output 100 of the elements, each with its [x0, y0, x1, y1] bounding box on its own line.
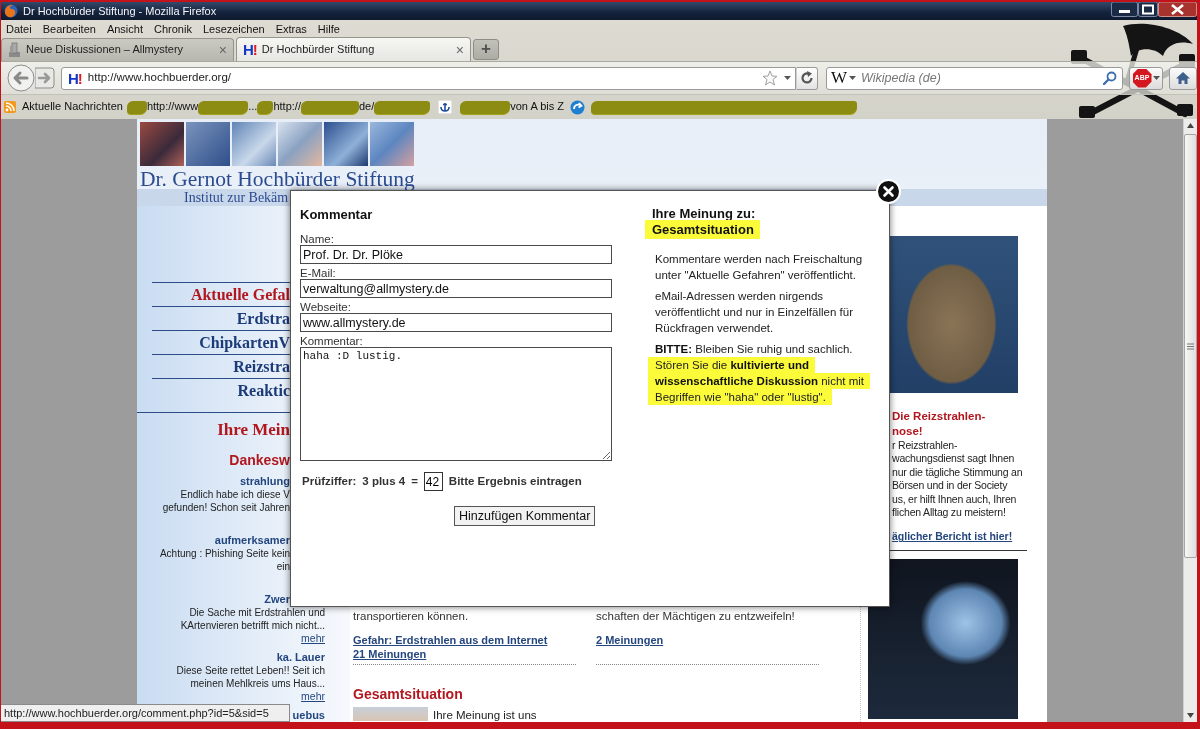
bookmark-star-icon[interactable]	[762, 70, 778, 86]
search-icon[interactable]	[1103, 71, 1117, 85]
text-field[interactable]: www.allmystery.de	[300, 313, 612, 332]
menu-item[interactable]: Ansicht	[101, 20, 149, 38]
browser-tab[interactable]: H! Dr Hochbürder Stiftung ×	[236, 37, 471, 61]
box-text: wachungsdienst sagt Ihnen	[892, 452, 1015, 466]
comment-text: Achtung : Phishing Seite kein	[159, 547, 290, 560]
article-excerpt: transportieren können.	[353, 609, 469, 623]
redaction-mark	[198, 100, 249, 114]
form-heading: Kommentar	[300, 207, 373, 222]
captcha-hint: Bitte Ergebnis eintragen	[448, 474, 582, 489]
bookmark-link[interactable]: http://	[273, 100, 301, 114]
comments-heading: Dankesw	[229, 452, 290, 468]
close-tab-button[interactable]: ×	[455, 42, 464, 57]
report-link[interactable]: äglicher Bericht ist hier!	[892, 529, 1013, 544]
more-link[interactable]: mehr	[301, 690, 325, 702]
anchor-icon[interactable]	[438, 100, 453, 114]
photo-placeholder	[186, 122, 230, 166]
minimize-icon[interactable]	[1111, 2, 1138, 17]
reload-icon	[800, 71, 814, 85]
nav-link[interactable]: Reaktic	[237, 382, 290, 399]
more-link[interactable]: mehr	[301, 632, 325, 644]
nav-link[interactable]: ChipkartenV	[199, 334, 290, 351]
sidebar-heading: Ihre Mein	[217, 421, 290, 438]
comment-text: KArtenvieren betrifft mich nicht...	[180, 619, 325, 632]
maximize-icon[interactable]	[1138, 2, 1158, 17]
dropdown-caret-icon[interactable]	[849, 76, 857, 80]
article-link[interactable]: Gefahr: Erdstrahlen aus dem Internet	[353, 633, 548, 647]
photo-placeholder	[232, 122, 276, 166]
search-bar[interactable]: W Wikipedia (de)	[826, 66, 1123, 90]
new-tab-button[interactable]: +	[473, 39, 499, 60]
menu-item[interactable]: Lesezeichen	[197, 20, 271, 38]
box-text: flichen Alltag zu meistern!	[892, 506, 1006, 520]
comment-text: Die Sache mit Erdstrahlen und	[189, 606, 325, 619]
article-link[interactable]: 21 Meinungen	[353, 647, 427, 661]
dropdown-caret-icon[interactable]	[1152, 76, 1160, 80]
home-button[interactable]	[1169, 66, 1197, 90]
site-subtitle: Institut zur Bekäm	[184, 190, 289, 205]
photo-placeholder	[324, 122, 368, 166]
menu-item[interactable]: Extras	[270, 20, 313, 38]
photo-placeholder	[370, 122, 414, 166]
equals-sign: =	[411, 474, 418, 489]
comment-text: Diese Seite rettet Leben!! Seit ich	[176, 664, 325, 677]
close-icon[interactable]	[1158, 2, 1197, 17]
comment-textarea[interactable]: haha :D lustig.	[300, 347, 612, 461]
menu-item[interactable]: Datei	[1, 20, 38, 38]
url-field[interactable]: http://www.hochbuerder.org/	[87, 71, 756, 85]
bookmark-link[interactable]: http://www	[146, 100, 199, 114]
dropdown-caret-icon[interactable]	[784, 76, 791, 80]
redaction-mark	[460, 100, 511, 114]
box-text: nur die tägliche Stimmung an	[892, 465, 1023, 480]
nav-link[interactable]: Reizstra	[233, 358, 290, 375]
comment-author: ka. Lauer	[276, 651, 325, 664]
comment-author: uebus	[292, 709, 325, 722]
page-icon	[8, 42, 21, 58]
bookmark-link[interactable]: Aktuelle Nachrichten	[4, 100, 123, 114]
menu-item[interactable]: Bearbeiten	[37, 20, 102, 38]
home-icon	[1175, 71, 1191, 85]
box-text: Börsen und in der Society	[892, 479, 1008, 493]
comment-text: meinen Mehlkreis ums Haus...	[190, 677, 325, 690]
comment-author: aufmerksamer	[214, 534, 290, 547]
redaction-mark	[374, 100, 431, 114]
comment-text: Endlich habe ich diese V	[180, 488, 290, 501]
reload-button[interactable]	[796, 66, 818, 90]
address-bar[interactable]: H! http://www.hochbuerder.org/	[61, 66, 796, 90]
comment-text: ein	[276, 560, 290, 573]
bookmark-link[interactable]: de/	[358, 100, 375, 114]
comment-author: Zwer	[264, 593, 290, 606]
browser-tab[interactable]: Neue Diskussionen – Allmystery ×	[1, 38, 234, 61]
nav-link[interactable]: Erdstra	[236, 310, 290, 327]
note-text: eMail-Adressen werden nirgends veröffentlicht und nur in Einzelfällen für Rückfragen verwendet.	[655, 289, 854, 336]
box-text: r Reizstrahlen-	[892, 439, 958, 453]
redaction-mark	[300, 100, 359, 114]
bookmark-link[interactable]: von A bis Z	[510, 100, 565, 114]
field-label: E-Mail:	[300, 267, 336, 279]
menu-item[interactable]: Chronik	[149, 20, 198, 38]
text-field[interactable]: Prof. Dr. Dr. Plöke	[300, 245, 612, 264]
submit-button[interactable]: Hinzufügen Kommentar	[454, 506, 596, 526]
article-excerpt: schaften der Mächtigen zu entzweifeln!	[596, 609, 795, 623]
bookmark-link[interactable]: ...	[248, 100, 258, 114]
scrollbar[interactable]	[1183, 119, 1197, 722]
field-label: Webseite:	[300, 301, 351, 313]
article-link[interactable]: 2 Meinungen	[596, 633, 664, 647]
scrollbar-thumb[interactable]	[1184, 134, 1197, 558]
photo-placeholder	[278, 122, 322, 166]
text-field[interactable]: verwaltung@allmystery.de	[300, 279, 612, 298]
back-icon[interactable]	[7, 64, 35, 92]
comment-text: gefunden! Schon seit Jahren	[162, 501, 290, 514]
field-label: Kommentar:	[300, 335, 363, 347]
captcha-field[interactable]: 42	[423, 472, 443, 491]
status-bar: http://www.hochbuerder.org/comment.php?id=5&sid=5	[1, 704, 290, 722]
menu-item[interactable]: Hilfe	[312, 20, 346, 38]
search-field[interactable]: Wikipedia (de)	[861, 70, 1098, 86]
note-text: BITTE: Bleiben Sie ruhig und sachlich.	[655, 342, 853, 357]
field-label: Name:	[300, 233, 334, 245]
photo-placeholder	[140, 122, 184, 166]
comment-author: strahlung	[239, 475, 290, 488]
nav-link[interactable]: Aktuelle Gefal	[190, 286, 290, 303]
search-engine-button[interactable]: W	[831, 69, 857, 87]
section-heading: Gesamtsituation	[353, 687, 463, 702]
